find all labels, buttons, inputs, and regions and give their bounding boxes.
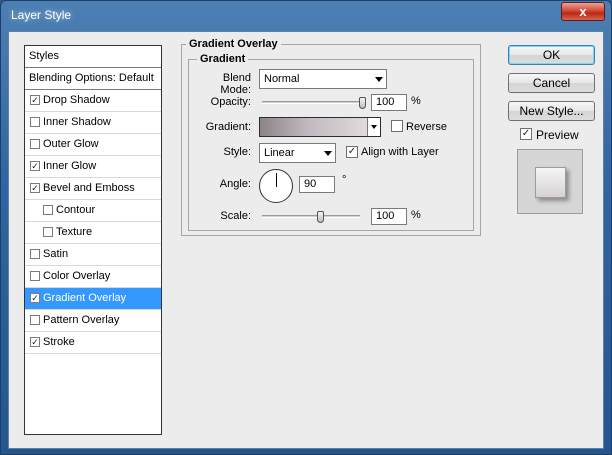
style-item-label: Inner Glow (43, 160, 97, 172)
angle-label: Angle: (219, 178, 251, 190)
gradient-subgroup: Gradient Blend Mode: Normal Opacity: 100… (188, 53, 474, 231)
style-item-bevel-and-emboss[interactable]: ✓ Bevel and Emboss (25, 178, 161, 200)
gradient-picker[interactable] (259, 117, 381, 137)
cancel-button[interactable]: Cancel (508, 73, 595, 93)
style-item-color-overlay[interactable]: Color Overlay (25, 266, 161, 288)
angle-input[interactable]: 90 (299, 176, 335, 193)
opacity-label: Opacity: (210, 96, 251, 108)
opacity-slider-track[interactable] (262, 101, 366, 104)
chevron-down-icon (375, 77, 383, 82)
style-item-checkbox[interactable]: ✓ (30, 293, 40, 303)
blend-mode-select[interactable]: Normal (259, 69, 387, 89)
style-item-label: Gradient Overlay (43, 292, 127, 304)
scale-unit: % (411, 209, 421, 221)
styles-list: Styles Blending Options: Default ✓ Drop S… (24, 45, 162, 435)
style-item-gradient-overlay[interactable]: ✓ Gradient Overlay (25, 288, 161, 310)
angle-dial-needle (276, 173, 277, 187)
scale-input[interactable]: 100 (371, 208, 407, 225)
style-item-label: Color Overlay (43, 270, 111, 282)
style-item-label: Drop Shadow (43, 94, 110, 106)
style-item-checkbox[interactable] (30, 315, 40, 325)
blend-mode-label: Blend Mode: (220, 72, 251, 96)
align-with-layer-label: Align with Layer (361, 146, 439, 158)
style-item-checkbox[interactable] (30, 249, 40, 259)
gradient-dropdown[interactable] (367, 118, 380, 136)
style-item-texture[interactable]: Texture (25, 222, 161, 244)
title-bar[interactable]: Layer Style x (1, 1, 611, 31)
angle-dial[interactable] (259, 169, 293, 203)
preview-thumbnail (517, 149, 583, 214)
gradient-label: Gradient: (205, 121, 251, 133)
style-item-label: Inner Shadow (43, 116, 111, 128)
style-item-label: Texture (56, 226, 93, 238)
style-select[interactable]: Linear (259, 143, 336, 163)
chevron-down-icon (324, 151, 332, 156)
preview-checkbox[interactable]: ✓ (520, 128, 532, 140)
gradient-overlay-group: Gradient Overlay Gradient Blend Mode: No… (181, 38, 481, 236)
preview-swatch (535, 167, 566, 198)
reverse-label: Reverse (406, 121, 447, 133)
ok-button[interactable]: OK (508, 45, 595, 65)
blend-mode-value: Normal (264, 73, 300, 85)
style-item-checkbox[interactable] (43, 227, 53, 237)
style-item-pattern-overlay[interactable]: Pattern Overlay (25, 310, 161, 332)
style-items: ✓ Drop Shadow Inner Shadow Outer Glow ✓ Inner… (25, 90, 161, 354)
style-item-label: Pattern Overlay (43, 314, 120, 326)
opacity-unit: % (411, 95, 421, 107)
style-item-checkbox[interactable]: ✓ (30, 161, 40, 171)
angle-unit: ° (342, 174, 347, 186)
style-item-label: Satin (43, 248, 69, 260)
align-with-layer-checkbox[interactable]: ✓ (346, 146, 358, 158)
window-title: Layer Style (11, 8, 72, 22)
style-item-checkbox[interactable]: ✓ (30, 95, 40, 105)
style-item-inner-glow[interactable]: ✓ Inner Glow (25, 156, 161, 178)
gradient-subgroup-title: Gradient (197, 53, 249, 65)
gradient-overlay-title: Gradient Overlay (186, 38, 281, 50)
style-item-checkbox[interactable] (30, 271, 40, 281)
style-item-contour[interactable]: Contour (25, 200, 161, 222)
style-item-label: Bevel and Emboss (43, 182, 135, 194)
style-item-label: Outer Glow (43, 138, 99, 150)
layer-style-dialog: Layer Style x Styles Blending Options: D… (0, 0, 612, 455)
chevron-down-icon (371, 125, 377, 129)
reverse-checkbox[interactable] (391, 120, 403, 132)
close-button[interactable]: x (561, 2, 605, 21)
scale-slider-thumb[interactable] (316, 211, 324, 223)
style-item-stroke[interactable]: ✓ Stroke (25, 332, 161, 354)
style-item-checkbox[interactable]: ✓ (30, 183, 40, 193)
style-item-inner-shadow[interactable]: Inner Shadow (25, 112, 161, 134)
scale-label: Scale: (220, 210, 251, 222)
style-item-satin[interactable]: Satin (25, 244, 161, 266)
blending-options-item[interactable]: Blending Options: Default (25, 68, 161, 90)
dialog-body: Styles Blending Options: Default ✓ Drop S… (8, 31, 604, 449)
style-label: Style: (223, 146, 251, 158)
style-item-label: Stroke (43, 336, 75, 348)
style-item-drop-shadow[interactable]: ✓ Drop Shadow (25, 90, 161, 112)
styles-header[interactable]: Styles (25, 46, 161, 68)
style-item-checkbox[interactable]: ✓ (30, 337, 40, 347)
style-item-checkbox[interactable] (30, 139, 40, 149)
scale-slider-track[interactable] (262, 215, 360, 218)
style-item-outer-glow[interactable]: Outer Glow (25, 134, 161, 156)
style-item-label: Contour (56, 204, 96, 216)
style-item-checkbox[interactable] (43, 205, 53, 215)
new-style-button[interactable]: New Style... (508, 101, 595, 121)
style-item-checkbox[interactable] (30, 117, 40, 127)
preview-label: Preview (536, 128, 579, 142)
opacity-slider-thumb[interactable] (359, 97, 366, 109)
style-value: Linear (264, 147, 295, 159)
opacity-input[interactable]: 100 (371, 94, 407, 111)
